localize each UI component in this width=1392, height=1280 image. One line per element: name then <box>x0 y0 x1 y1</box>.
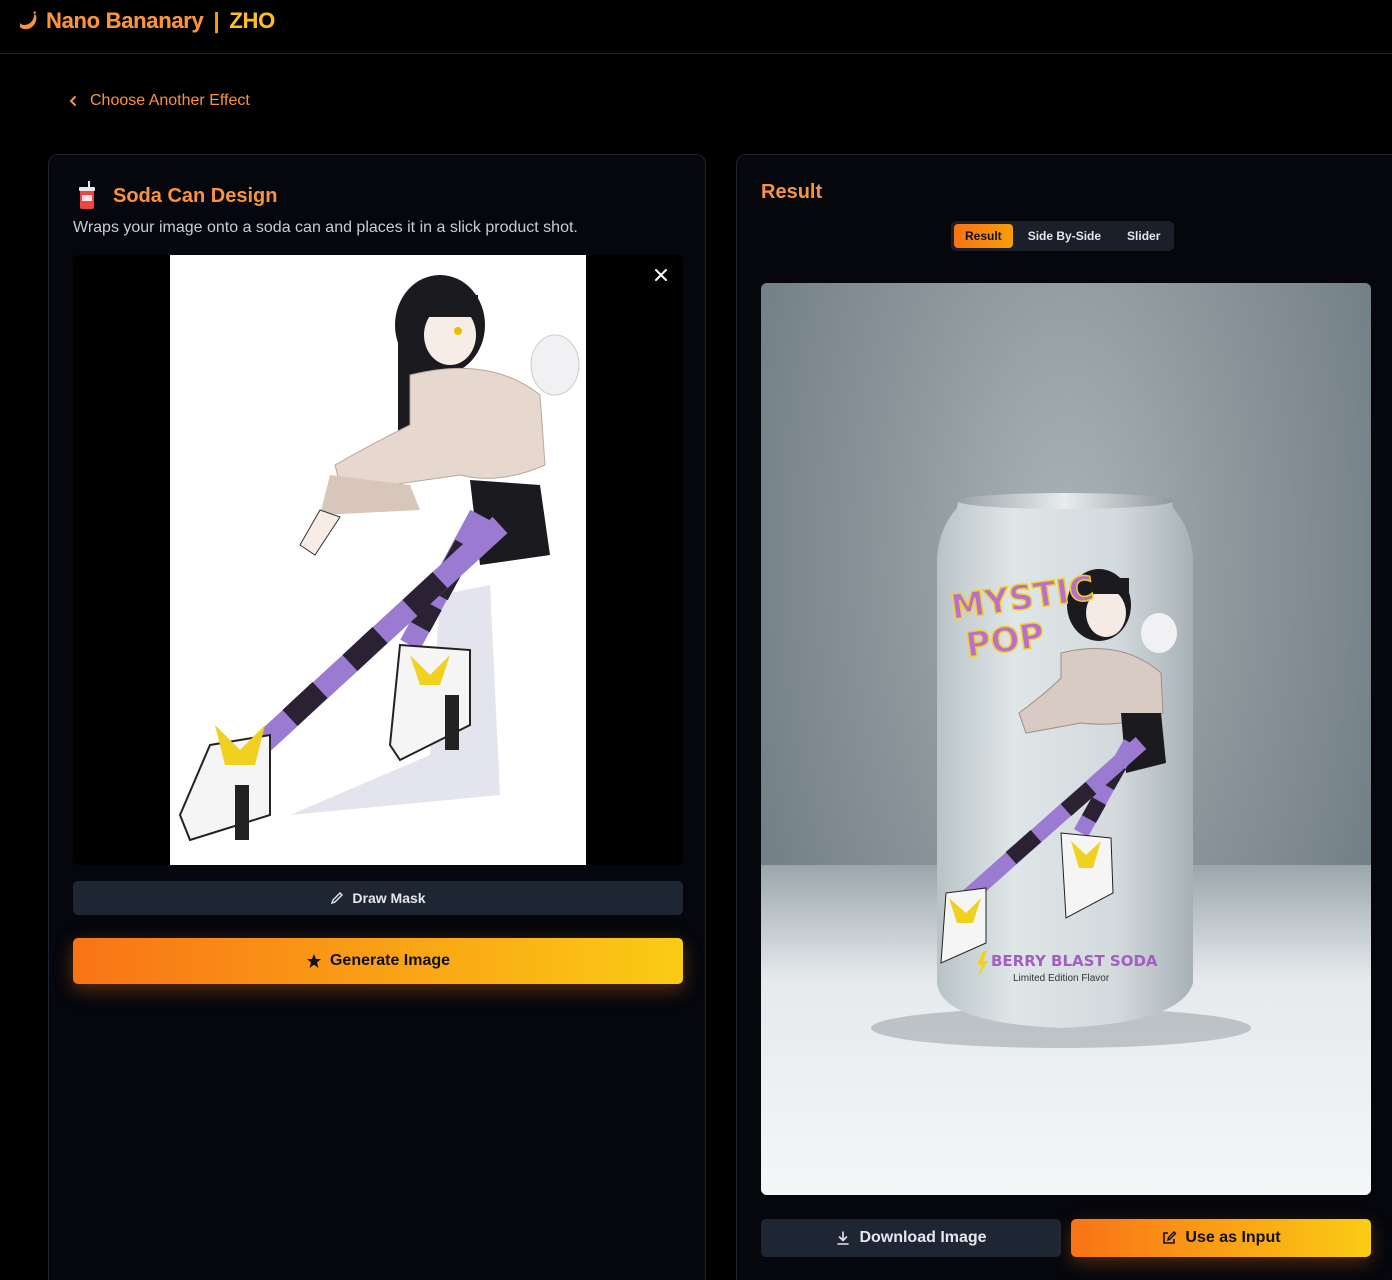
pencil-icon <box>331 892 344 905</box>
close-icon[interactable] <box>651 265 671 285</box>
generate-image-button[interactable]: Generate Image <box>73 938 683 984</box>
top-bar: Nano Bananary | ZHO <box>0 0 1392 54</box>
download-image-button[interactable]: Download Image <box>761 1219 1061 1257</box>
effect-title: Soda Can Design <box>113 184 278 207</box>
tab-slider[interactable]: Slider <box>1116 224 1171 248</box>
soda-cup-icon <box>79 181 95 209</box>
use-as-input-label: Use as Input <box>1185 1229 1281 1246</box>
draw-mask-label: Draw Mask <box>352 890 426 906</box>
star-icon <box>306 954 321 968</box>
chevron-left-icon <box>69 96 76 106</box>
edit-icon <box>1163 1231 1177 1244</box>
back-label: Choose Another Effect <box>90 92 250 109</box>
effect-panel: Soda Can Design Wraps your image onto a … <box>48 154 706 1280</box>
use-as-input-button[interactable]: Use as Input <box>1071 1219 1371 1257</box>
download-label: Download Image <box>859 1229 987 1246</box>
generate-label: Generate Image <box>329 952 451 969</box>
brand[interactable]: Nano Bananary | ZHO <box>16 8 275 34</box>
result-title: Result <box>761 181 823 203</box>
brand-separator: | <box>213 7 220 33</box>
draw-mask-button[interactable]: Draw Mask <box>73 881 683 915</box>
tab-side-by-side[interactable]: Side By-Side <box>1017 224 1112 248</box>
can-tagline: Limited Edition Flavor <box>1013 973 1110 984</box>
tab-result[interactable]: Result <box>954 224 1013 248</box>
brand-name: Nano Bananary <box>46 7 204 33</box>
result-panel: Result Result Side By-Side Slider MYSTIC… <box>736 154 1392 1280</box>
input-image-frame <box>73 255 683 865</box>
soda-can-render: MYSTIC POP BERRY BLAST SODA Limited Edit… <box>871 493 1251 1048</box>
effect-header: Soda Can Design <box>73 181 277 211</box>
brand-suffix: ZHO <box>229 7 275 33</box>
banana-icon <box>20 10 37 29</box>
result-image: MYSTIC POP BERRY BLAST SODA Limited Edit… <box>761 283 1371 1195</box>
input-image <box>170 255 586 865</box>
effect-description: Wraps your image onto a soda can and pla… <box>73 219 578 236</box>
can-product-name: BERRY BLAST SODA <box>991 952 1158 970</box>
result-view-tabs: Result Side By-Side Slider <box>951 221 1175 251</box>
choose-another-effect-link[interactable]: Choose Another Effect <box>66 92 250 110</box>
anime-girl-illustration <box>178 275 580 842</box>
download-icon <box>837 1231 850 1245</box>
